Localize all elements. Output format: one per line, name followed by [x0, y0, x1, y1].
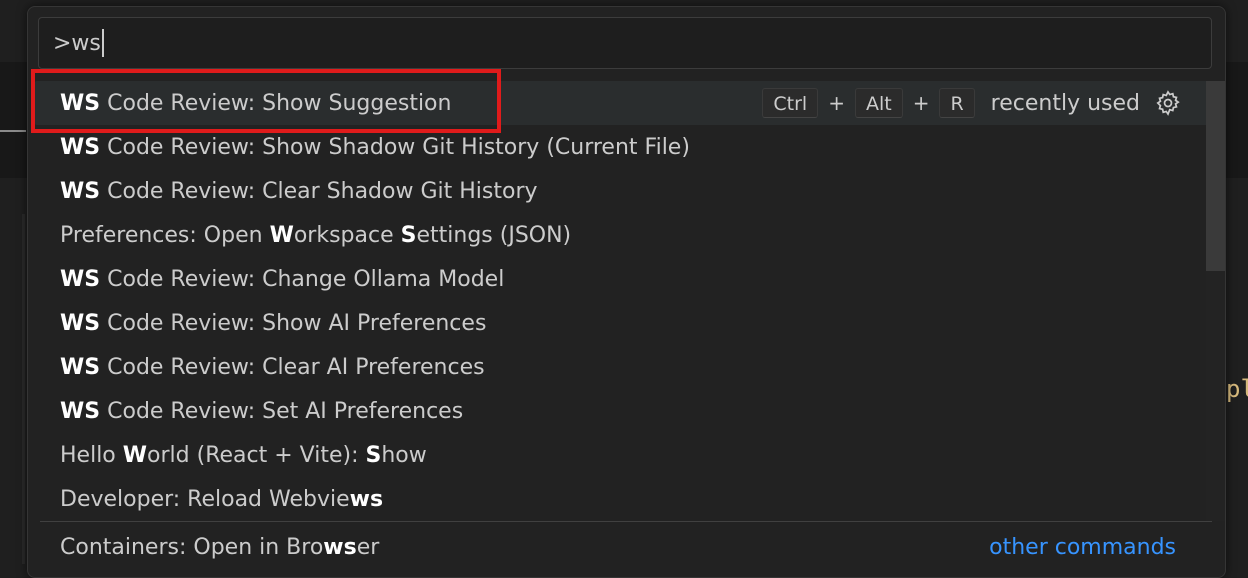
keybinding-key: R — [939, 88, 975, 118]
scrollbar-thumb[interactable] — [1206, 81, 1225, 271]
label-text: Developer: Reload Webvie — [60, 486, 350, 512]
command-item[interactable]: WS Code Review: Clear AI Preferences — [34, 345, 1214, 389]
match-highlight: WS — [60, 266, 101, 292]
footer-command-item[interactable]: Containers: Open in Browser other comman… — [34, 525, 1214, 569]
label-text: er — [356, 534, 380, 560]
label-text: Code Review: Show Shadow Git History (Cu… — [100, 134, 690, 160]
keybinding-key: Alt — [854, 88, 903, 118]
command-item-label: WS Code Review: Show AI Preferences — [60, 311, 486, 336]
command-palette-input-value: >ws — [53, 30, 101, 56]
label-text: Code Review: Change Ollama Model — [100, 266, 505, 292]
keybinding-key: Ctrl — [762, 88, 819, 118]
label-text: ettings (JSON) — [416, 222, 572, 248]
editor-gutter — [22, 214, 25, 564]
active-tab-indicator — [0, 130, 26, 132]
label-text: Hello — [60, 442, 123, 468]
match-highlight: WS — [60, 398, 101, 424]
command-palette-input[interactable]: >ws — [38, 17, 1212, 69]
label-text: orkspace — [293, 222, 401, 248]
command-item-label: Preferences: Open Workspace Settings (JS… — [60, 223, 571, 248]
match-highlight: WS — [60, 178, 101, 204]
command-item-label: WS Code Review: Show Shadow Git History … — [60, 135, 690, 160]
command-list-scrollbar[interactable] — [1206, 81, 1225, 521]
command-item[interactable]: WS Code Review: Change Ollama Model — [34, 257, 1214, 301]
keybinding-separator: + — [828, 91, 845, 115]
label-text: orld (React + Vite): — [147, 442, 366, 468]
command-item[interactable]: WS Code Review: Show Suggestion Ctrl + Alt +… — [34, 81, 1214, 125]
command-item-label: WS Code Review: Set AI Preferences — [60, 399, 463, 424]
command-item[interactable]: WS Code Review: Clear Shadow Git History — [34, 169, 1214, 213]
command-item[interactable]: WS Code Review: Show Shadow Git History … — [34, 125, 1214, 169]
list-separator — [40, 521, 1212, 522]
label-text: Code Review: Clear Shadow Git History — [100, 178, 538, 204]
command-item[interactable]: Developer: Reload Webviews — [34, 477, 1214, 521]
command-item[interactable]: WS Code Review: Show AI Preferences — [34, 301, 1214, 345]
match-highlight: WS — [60, 90, 101, 116]
command-palette: >ws WS Code Review: Show Suggestion Ctrl +… — [27, 6, 1226, 578]
command-item-label: WS Code Review: Clear Shadow Git History — [60, 179, 538, 204]
command-item[interactable]: WS Code Review: Set AI Preferences — [34, 389, 1214, 433]
keybinding-and-actions: Ctrl + Alt + Rrecently used — [762, 81, 1214, 125]
command-item-label: WS Code Review: Clear AI Preferences — [60, 355, 485, 380]
match-highlight: ws — [323, 534, 357, 560]
text-caret — [101, 29, 104, 57]
keybinding-separator: + — [912, 91, 930, 115]
command-item[interactable]: Hello World (React + Vite): Show — [34, 433, 1214, 477]
label-text: Code Review: Clear AI Preferences — [100, 354, 485, 380]
label-text: Containers: Open in Bro — [60, 534, 324, 560]
editor-code-fragment: pl — [1226, 375, 1248, 403]
match-highlight: S — [400, 222, 417, 248]
label-text: Preferences: Open — [60, 222, 270, 248]
command-item-label: WS Code Review: Change Ollama Model — [60, 267, 504, 292]
match-highlight: S — [365, 442, 382, 468]
label-text: how — [381, 442, 427, 468]
recently-used-label: recently used — [990, 90, 1140, 116]
match-highlight: W — [269, 222, 294, 248]
command-item-label: Hello World (React + Vite): Show — [60, 443, 427, 468]
gear-icon[interactable] — [1154, 89, 1182, 117]
match-highlight: W — [122, 442, 148, 468]
command-item-label: Developer: Reload Webviews — [60, 487, 383, 512]
command-item[interactable]: Preferences: Open Workspace Settings (JS… — [34, 213, 1214, 257]
command-list: WS Code Review: Show Suggestion Ctrl + Alt +… — [28, 81, 1214, 521]
label-text: Code Review: Show AI Preferences — [100, 310, 487, 336]
footer-command-label: Containers: Open in Browser — [60, 535, 379, 560]
match-highlight: ws — [349, 486, 384, 512]
match-highlight: WS — [60, 354, 101, 380]
label-text: Code Review: Set AI Preferences — [100, 398, 464, 424]
match-highlight: WS — [60, 134, 101, 160]
label-text: Code Review: Show Suggestion — [100, 90, 452, 116]
match-highlight: WS — [60, 310, 101, 336]
command-item-label: WS Code Review: Show Suggestion — [60, 91, 451, 116]
other-commands-link[interactable]: other commands — [989, 525, 1176, 569]
